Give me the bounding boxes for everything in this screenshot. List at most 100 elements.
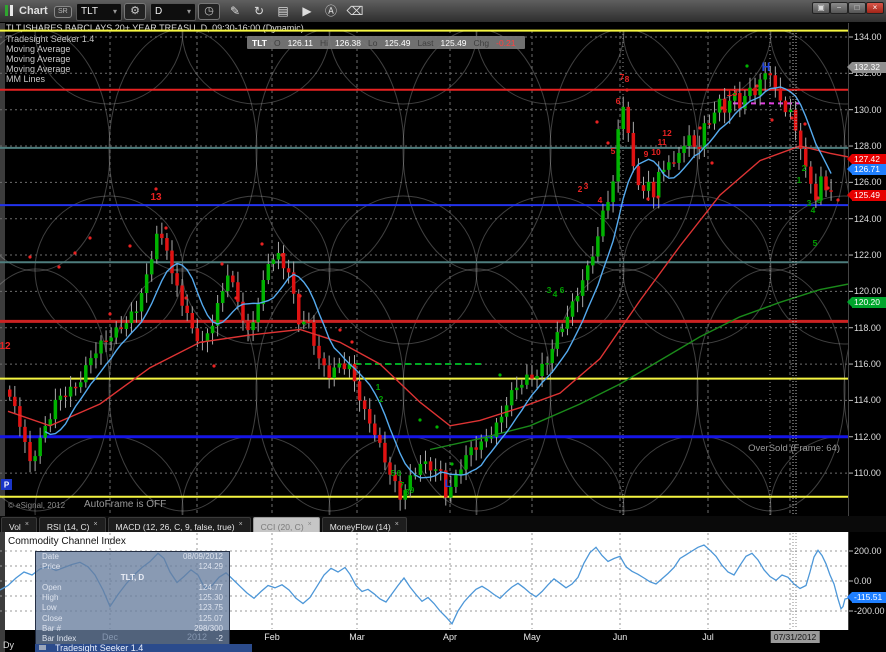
copyright-label: © eSignal, 2012 xyxy=(8,501,66,510)
study-label-seeker: Tradesight Seeker 1.4 xyxy=(6,34,95,44)
study-label-ma1: Moving Average xyxy=(6,44,71,54)
tab-close-icon[interactable]: × xyxy=(395,521,399,528)
data-window-row: Close 125.07 xyxy=(42,613,223,623)
refresh-button[interactable]: ↻ xyxy=(250,3,268,19)
inspector-field-value: 126.11 xyxy=(287,37,313,48)
window-title: Chart xyxy=(19,5,48,17)
eraser-button[interactable]: ⌫ xyxy=(346,3,364,19)
time-axis-label: Jun xyxy=(612,632,628,642)
data-window-row: Low 123.75 xyxy=(42,603,223,613)
data-window-overlay: Date 08/09/2012 Price 124.29 TLT, D Open 124.7… xyxy=(35,551,230,646)
data-window-title: TLT, D xyxy=(120,572,145,582)
price-badge: 126.71 xyxy=(847,163,886,175)
tab-moneyflow[interactable]: MoneyFlow (14) × xyxy=(321,517,407,532)
inspector-field-label: Hi xyxy=(319,37,328,48)
inspector-field-value: -0.21 xyxy=(496,37,516,48)
price-tick-label: 110.00 xyxy=(854,468,881,479)
cci-tick-label: 0.00 xyxy=(854,576,872,586)
price-tick-label: 112.00 xyxy=(854,431,881,442)
price-tick-label: 124.00 xyxy=(854,213,882,224)
price-tick-label: 130.00 xyxy=(854,104,882,115)
cci-tick-label: -200.00 xyxy=(854,606,885,616)
tab-rsi[interactable]: RSI (14, C) × xyxy=(38,517,106,532)
cci-tick-label: 200.00 xyxy=(854,546,882,556)
quote-board-icon: ▤ xyxy=(277,4,289,18)
inspector-symbol: TLT xyxy=(252,37,267,48)
price-tick-label: 118.00 xyxy=(854,322,881,333)
chevron-down-icon: ▾ xyxy=(186,7,191,16)
time-axis-label: Jul xyxy=(702,632,714,642)
main-chart-background xyxy=(0,22,886,516)
pencil-icon: ✎ xyxy=(229,4,241,18)
price-badge: 125.49 xyxy=(847,189,886,201)
tab-vol[interactable]: Vol × xyxy=(1,517,37,532)
tab-close-icon[interactable]: × xyxy=(308,521,312,528)
tab-close-icon[interactable]: × xyxy=(25,521,29,528)
chart-title: TLT,ISHARES BARCLAYS 20+ YEAR TREASU, D,… xyxy=(6,23,304,33)
minimize-button[interactable]: − xyxy=(830,2,848,14)
restore-button[interactable]: ▣ xyxy=(812,2,830,14)
time-axis-label: Feb xyxy=(264,632,280,642)
data-window-row: Bar #298/300 xyxy=(42,624,223,634)
study-label-ma3: Moving Average xyxy=(6,64,71,74)
gear-icon: ⚙ xyxy=(130,5,140,17)
symbol-settings-button[interactable]: ⚙ xyxy=(124,3,146,20)
indicator-tab-bar: Vol × RSI (14, C) × MACD (12, 26, C, 9, fals… xyxy=(0,516,886,532)
draw-button[interactable]: ✎ xyxy=(226,3,244,19)
tab-close-icon[interactable]: × xyxy=(93,521,97,528)
study-label-mm-lines: MM Lines xyxy=(6,74,46,84)
inspector-field-value: 126.38 xyxy=(334,37,361,48)
seeker-footer-icon xyxy=(39,645,46,650)
refresh-icon: ↻ xyxy=(253,4,265,18)
inspector-field-label: Last xyxy=(417,37,434,48)
price-tick-label: 116.00 xyxy=(854,359,881,370)
window-left-border xyxy=(0,22,5,652)
axis-divider xyxy=(848,22,849,630)
chevron-down-icon: ▾ xyxy=(112,7,117,16)
time-axis-label: Apr xyxy=(442,632,458,642)
price-tick-label: 120.00 xyxy=(854,286,882,297)
data-window-row: Open 124.77 xyxy=(42,582,223,592)
toolbar: Chart SR TLT ▾ ⚙ D ▾ ◷ ✎ ↻ ▤ ▶ Ⓐ ⌫ ▣ − □ × xyxy=(0,0,886,23)
price-tick-label: 122.00 xyxy=(854,250,882,261)
tab-macd[interactable]: MACD (12, 26, C, 9, false, true) × xyxy=(107,517,251,532)
autoframe-button[interactable]: Ⓐ xyxy=(322,3,340,19)
tab-close-icon[interactable]: × xyxy=(239,521,243,528)
symbol-dropdown[interactable]: TLT ▾ xyxy=(76,3,122,21)
play-icon: ▶ xyxy=(302,4,312,18)
play-button[interactable]: ▶ xyxy=(298,3,316,19)
study-label-ma2: Moving Average xyxy=(6,54,71,64)
price-tick-label: 114.00 xyxy=(854,395,881,406)
time-template-button[interactable]: ◷ xyxy=(198,3,220,20)
data-inspector-bar: TLT O 126.11 Hi 126.38 Lo 125.49 Last 125.49 Chg… xyxy=(247,36,525,49)
time-axis-label: Mar xyxy=(349,632,365,642)
chart-window: Chart SR TLT ▾ ⚙ D ▾ ◷ ✎ ↻ ▤ ▶ Ⓐ ⌫ ▣ − □ ×… xyxy=(0,0,886,652)
autoframe-status-label: AutoFrame is OFF xyxy=(84,499,167,510)
inspector-field-label: Lo xyxy=(367,37,378,48)
inspector-field-label: Chg xyxy=(473,37,490,48)
cursor-date-badge: 07/31/2012 xyxy=(770,631,820,643)
maximize-button[interactable]: □ xyxy=(848,2,866,14)
auto-a-icon: Ⓐ xyxy=(324,4,337,18)
tab-cci[interactable]: CCI (20, C) × xyxy=(252,517,320,532)
price-badge: 132.32 xyxy=(847,61,886,73)
data-window-row: Price 124.29 xyxy=(42,562,223,572)
clock-icon: ◷ xyxy=(204,5,214,17)
data-window-row: Date 08/09/2012 xyxy=(42,552,223,561)
inspector-field-value: 125.49 xyxy=(384,37,411,48)
sr-badge: SR xyxy=(54,6,72,18)
cci-panel-title: Commodity Channel Index xyxy=(8,536,126,547)
interval-dropdown[interactable]: D ▾ xyxy=(150,3,196,21)
inspector-field-value: 125.49 xyxy=(440,37,467,48)
time-axis-label: May xyxy=(523,632,541,642)
close-button[interactable]: × xyxy=(866,2,884,14)
price-badge: 120.20 xyxy=(847,296,886,308)
quote-board-button[interactable]: ▤ xyxy=(274,3,292,19)
status-left-label: Dy xyxy=(3,640,14,650)
oversold-label: OverSold (Frame: 64) xyxy=(748,443,840,454)
price-tick-label: 128.00 xyxy=(854,141,882,152)
seeker-footer-bar[interactable]: Tradesight Seeker 1.4 xyxy=(35,644,252,652)
price-tick-label: 134.00 xyxy=(854,32,882,42)
eraser-icon: ⌫ xyxy=(346,4,364,18)
inspector-field-label: O xyxy=(273,37,281,48)
